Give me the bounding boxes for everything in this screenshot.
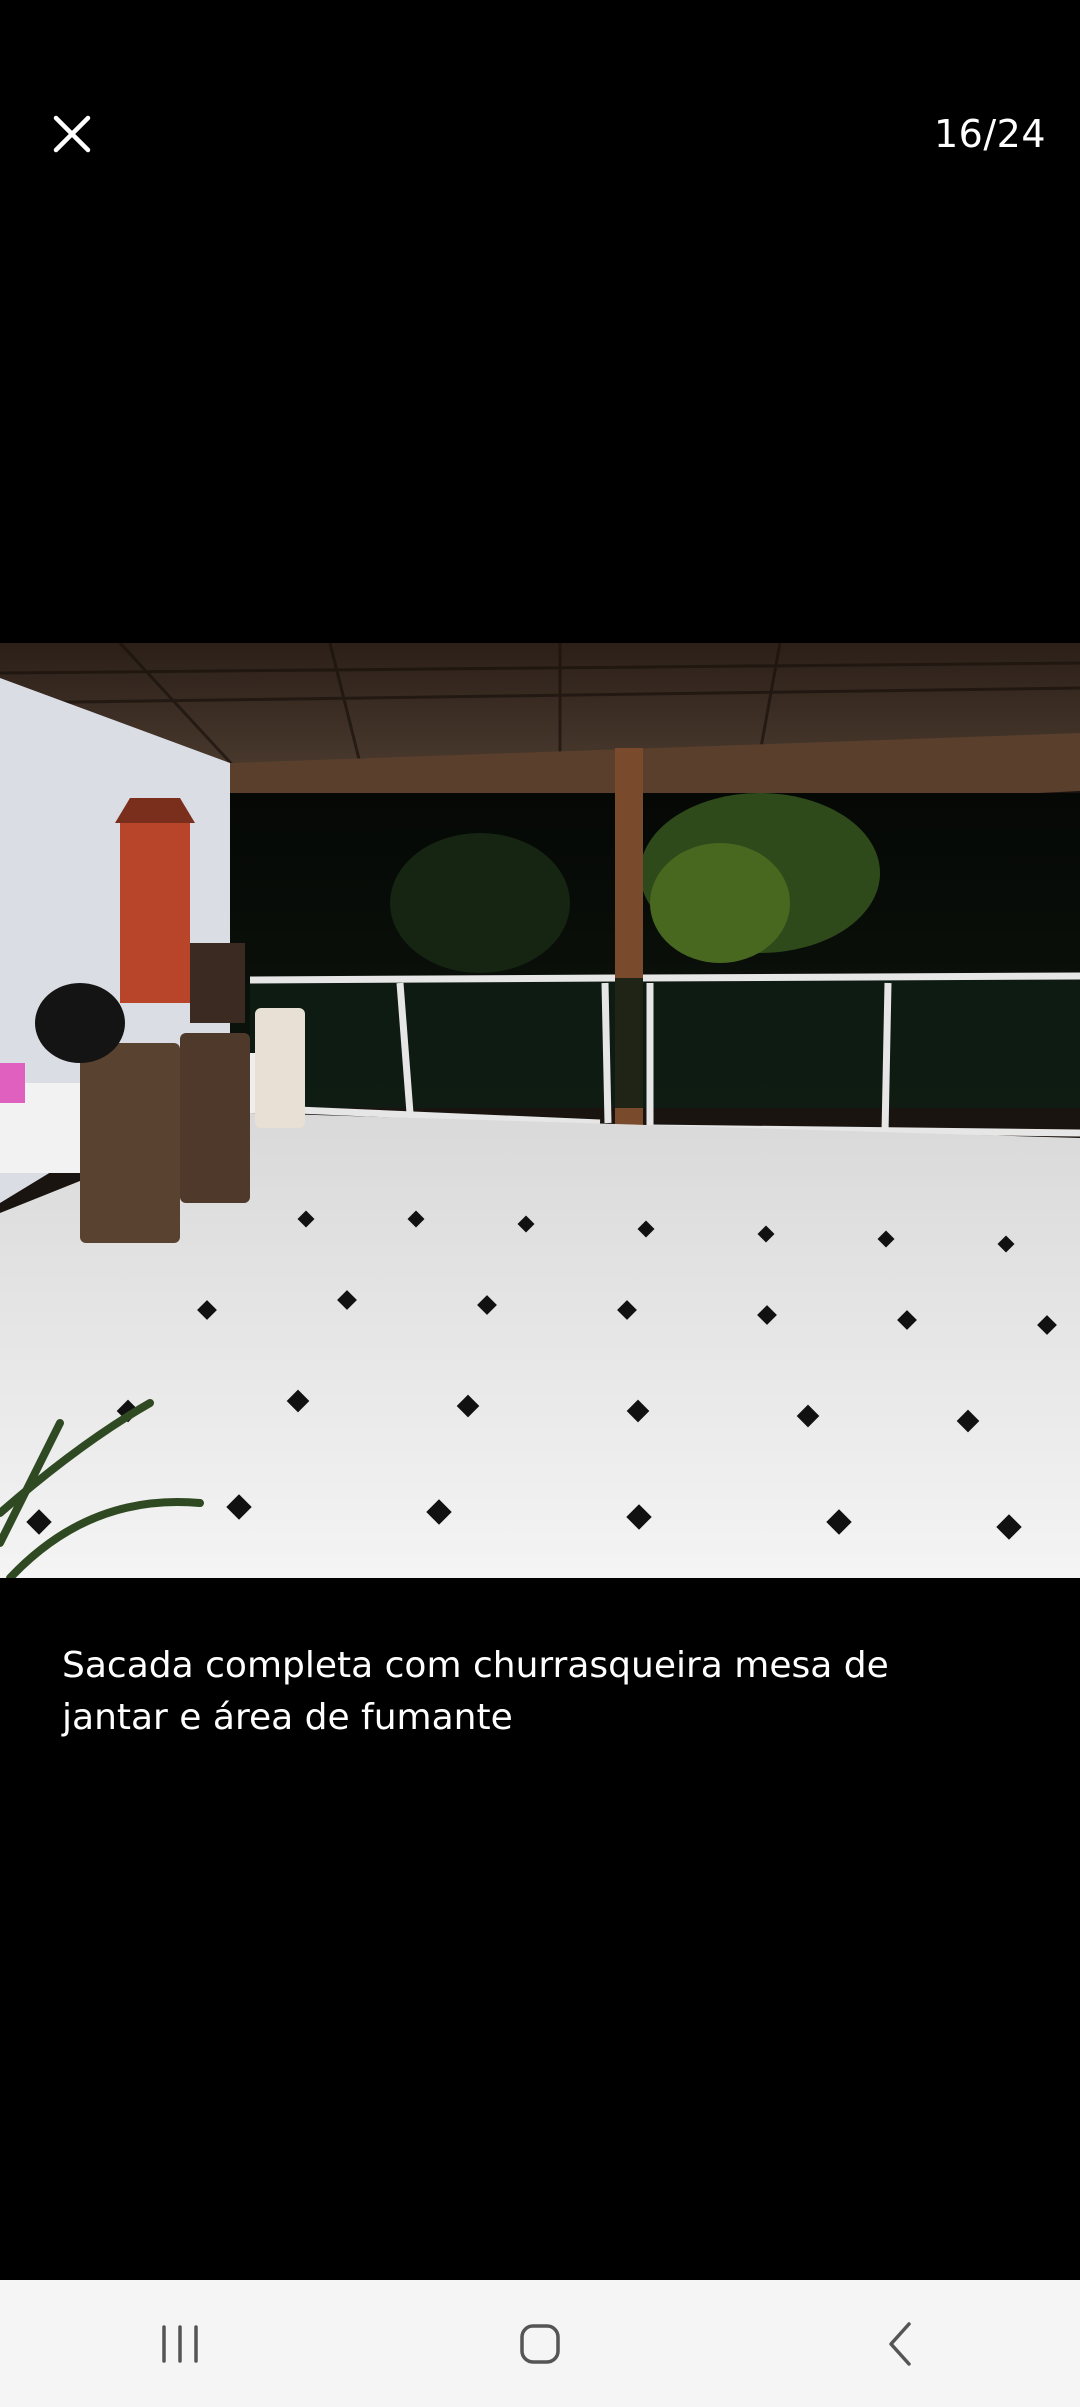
close-icon (53, 115, 91, 153)
recents-icon (162, 2324, 198, 2363)
photo-caption: Sacada completa com churrasqueira mesa d… (62, 1645, 889, 1738)
balcony-photo[interactable] (0, 643, 1080, 1578)
back-button[interactable] (840, 2294, 960, 2394)
balcony-photo-image (0, 643, 1080, 1578)
home-icon (520, 2323, 560, 2364)
back-icon (889, 2321, 911, 2366)
photo-counter: 16/24 (933, 112, 1046, 156)
close-button[interactable] (40, 102, 104, 166)
system-navigation-bar (0, 2280, 1080, 2407)
recents-button[interactable] (120, 2294, 240, 2394)
photo-viewer-screen: 16/24 Sacada completa com churrasqueira … (0, 0, 1080, 2407)
home-button[interactable] (480, 2294, 600, 2394)
